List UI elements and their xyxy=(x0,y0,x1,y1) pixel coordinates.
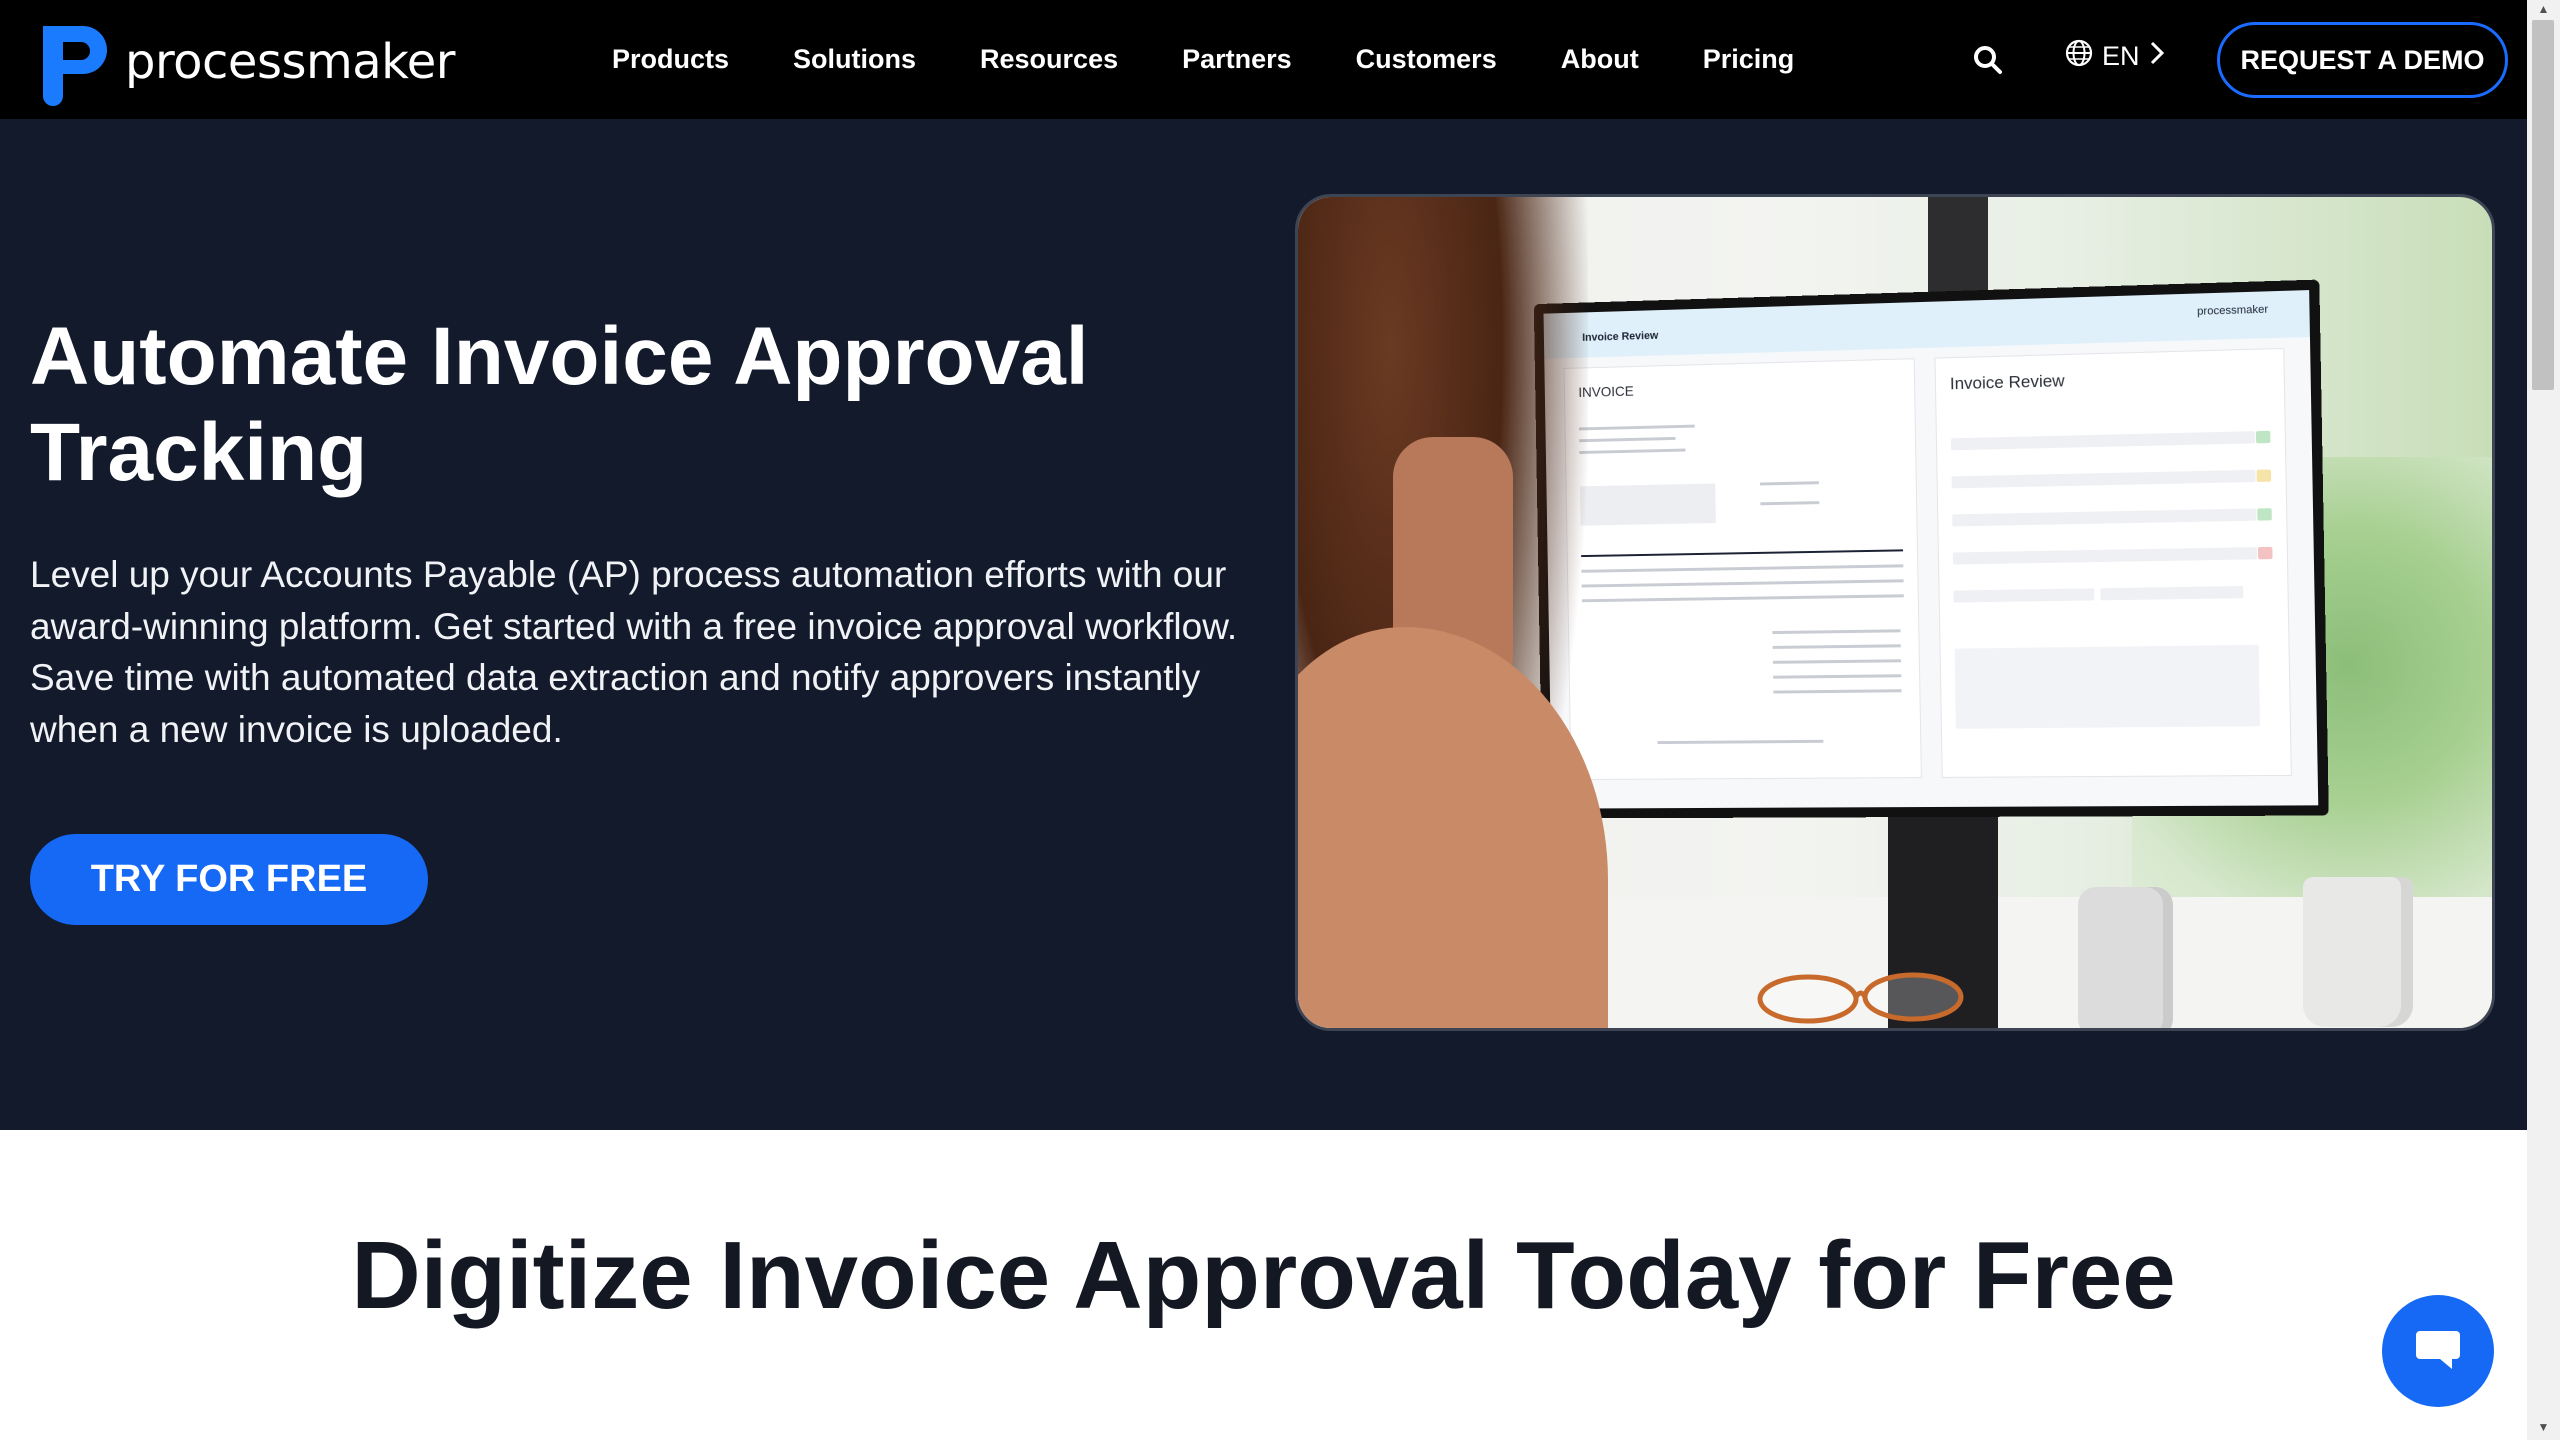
chat-icon xyxy=(2414,1327,2462,1376)
monitor-screen: Invoice Review processmaker INVOICE Invo… xyxy=(1543,290,2319,809)
glasses-icon xyxy=(1757,972,1964,1024)
hero-image: Invoice Review processmaker INVOICE Invo… xyxy=(1295,194,2495,1031)
screen-title: Invoice Review xyxy=(1582,329,1659,344)
scrollbar-thumb[interactable] xyxy=(2532,20,2554,390)
processmaker-logo[interactable]: processmaker xyxy=(33,16,455,108)
scroll-up-arrow-icon[interactable]: ▲ xyxy=(2535,2,2552,18)
globe-icon xyxy=(2064,38,2094,75)
desk-device xyxy=(2078,887,2173,1028)
digitize-section: Digitize Invoice Approval Today for Free xyxy=(0,1130,2527,1440)
nav-resources[interactable]: Resources xyxy=(980,44,1118,75)
invoice-document: INVOICE xyxy=(1563,358,1922,781)
monitor: Invoice Review processmaker INVOICE Invo… xyxy=(1533,279,2329,819)
nav-about[interactable]: About xyxy=(1561,44,1639,75)
coffee-mug xyxy=(2303,877,2413,1027)
brand-name: processmaker xyxy=(125,34,455,90)
request-demo-button[interactable]: REQUEST A DEMO xyxy=(2217,22,2508,98)
invoice-review-panel: Invoice Review xyxy=(1934,347,2292,778)
hero-title: Automate Invoice Approval Tracking xyxy=(30,311,1089,498)
nav-partners[interactable]: Partners xyxy=(1182,44,1292,75)
chat-button[interactable] xyxy=(2382,1295,2494,1407)
main-menu: Products Solutions Resources Partners Cu… xyxy=(612,0,1794,119)
chevron-right-icon xyxy=(2148,40,2166,73)
screen-logo: processmaker xyxy=(2197,303,2269,318)
language-selector[interactable]: EN xyxy=(2064,38,2166,75)
scroll-down-arrow-icon[interactable]: ▼ xyxy=(2535,1420,2552,1436)
review-heading: Invoice Review xyxy=(1949,371,2065,394)
top-navigation: processmaker Products Solutions Resource… xyxy=(0,0,2527,119)
try-for-free-button[interactable]: TRY FOR FREE xyxy=(30,834,428,925)
nav-customers[interactable]: Customers xyxy=(1356,44,1497,75)
nav-products[interactable]: Products xyxy=(612,44,729,75)
language-label: EN xyxy=(2102,41,2140,71)
processmaker-logo-icon xyxy=(33,16,111,108)
search-icon[interactable] xyxy=(1970,42,2006,78)
hero-section: Automate Invoice Approval Tracking Level… xyxy=(0,119,2527,1130)
screen-header: Invoice Review processmaker xyxy=(1543,290,2310,359)
nav-pricing[interactable]: Pricing xyxy=(1703,44,1795,75)
section-title: Digitize Invoice Approval Today for Free xyxy=(351,1222,2176,1329)
nav-solutions[interactable]: Solutions xyxy=(793,44,916,75)
hero-description: Level up your Accounts Payable (AP) proc… xyxy=(30,554,1238,750)
